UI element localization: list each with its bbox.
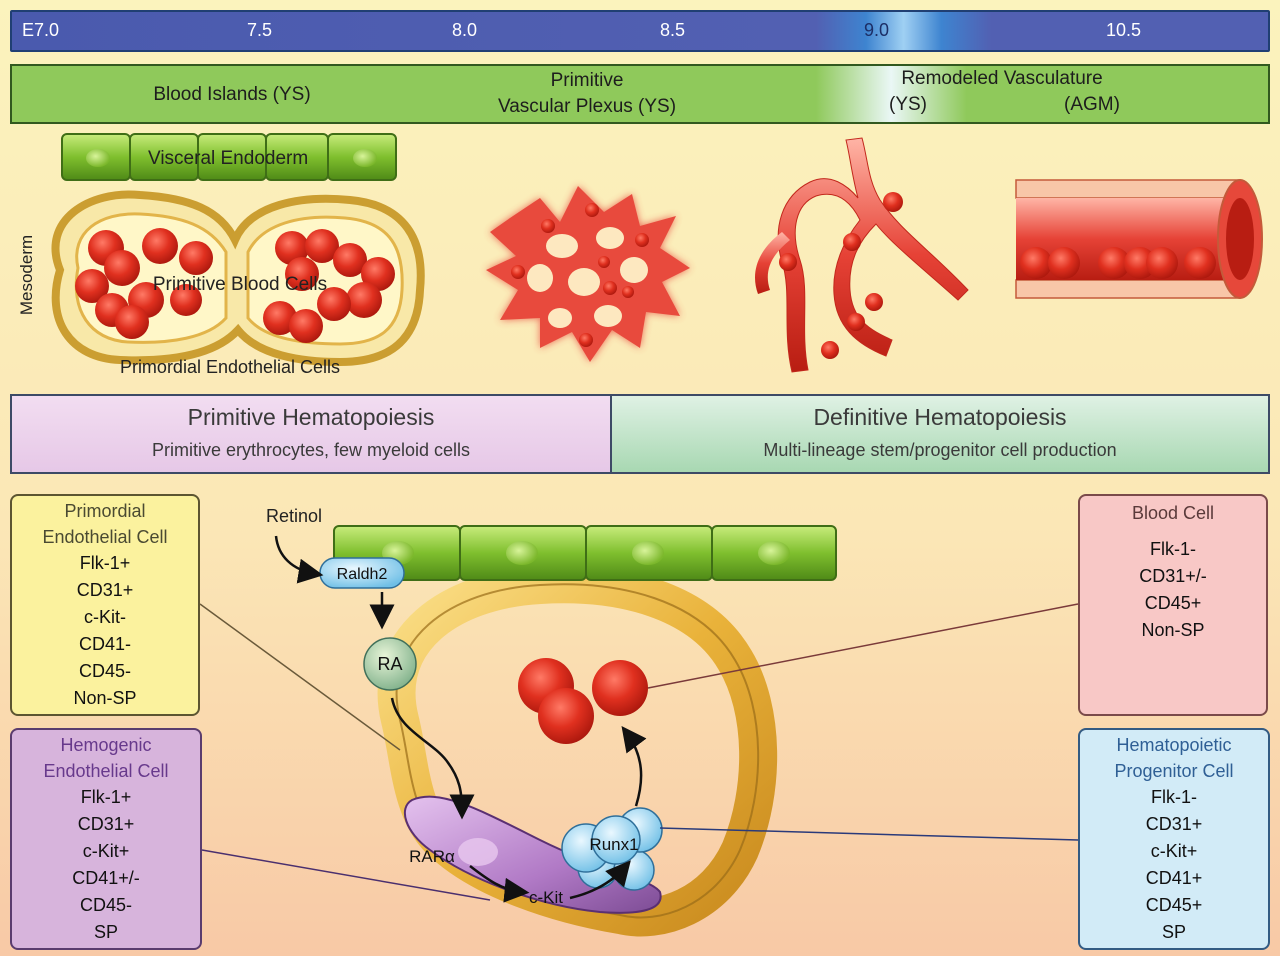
primordial-marker: c-Kit- (84, 607, 126, 627)
blood-box-title: Blood Cell (1131, 503, 1215, 523)
primitive-hematopoiesis-panel: Primitive Hematopoiesis Primitive erythr… (12, 396, 612, 472)
primordial-box-title-line2: Endothelial Cell (42, 527, 168, 547)
primordial-box-title-line1: Primordial (64, 501, 146, 521)
blood-marker: Flk-1- (1150, 539, 1196, 559)
label-mesoderm: Mesoderm (17, 235, 36, 315)
primordial-marker: CD31+ (76, 580, 134, 600)
primitive-hematopoiesis-subtitle: Primitive erythrocytes, few myeloid cell… (151, 440, 471, 460)
primitive-hematopoiesis-title: Primitive Hematopoiesis (187, 404, 435, 430)
hsc-box-title-line2: Progenitor Cell (1114, 761, 1234, 781)
primordial-endothelial-cell-box: Primordial Endothelial Cell Flk-1+ CD31+… (10, 494, 200, 716)
blood-marker: CD45+ (1144, 593, 1202, 613)
blood-cell-box: Blood Cell Flk-1- CD31+/- CD45+ Non-SP (1078, 494, 1268, 716)
label-visceral-endoderm: Visceral Endoderm (148, 148, 308, 169)
hemogenic-endothelial-cell-box: Hemogenic Endothelial Cell Flk-1+ CD31+ … (10, 728, 202, 950)
hematopoiesis-banner: Primitive Hematopoiesis Primitive erythr… (10, 394, 1270, 474)
definitive-hematopoiesis-title: Definitive Hematopoiesis (813, 404, 1067, 430)
blood-marker: CD31+/- (1139, 566, 1207, 586)
agm-vessel (1015, 179, 1263, 299)
label-runx1: Runx1 (589, 835, 638, 854)
primordial-marker: CD41- (78, 634, 131, 654)
vascular-plexus (486, 186, 690, 362)
label-raldh2: Raldh2 (337, 566, 388, 583)
hsc-marker: CD31+ (1145, 814, 1203, 834)
hemogenic-box-title-line2: Endothelial Cell (43, 761, 169, 781)
hemogenic-vessel-cross-section (319, 525, 837, 937)
definitive-hematopoiesis-panel: Definitive Hematopoiesis Multi-lineage s… (612, 396, 1268, 472)
hemogenic-marker: SP (93, 922, 118, 942)
hsc-marker: SP (1161, 922, 1186, 942)
hsc-marker: CD45+ (1145, 895, 1203, 915)
hemogenic-marker: CD31+ (77, 814, 135, 834)
hemogenic-marker: CD41+/- (72, 868, 140, 888)
primordial-marker: CD45- (78, 661, 131, 681)
definitive-hematopoiesis-subtitle: Multi-lineage stem/progenitor cell produ… (763, 440, 1117, 460)
blood-marker: Non-SP (1141, 620, 1205, 640)
label-primitive-blood-cells: Primitive Blood Cells (153, 274, 327, 295)
branching-vessel (755, 137, 969, 373)
hemogenic-marker: c-Kit+ (82, 841, 130, 861)
label-retinol: Retinol (266, 506, 322, 526)
primordial-marker: Non-SP (73, 688, 137, 708)
hsc-marker: CD41+ (1145, 868, 1203, 888)
label-ra: RA (377, 654, 402, 674)
label-rara: RARα (409, 847, 455, 866)
hsc-box-title-line1: Hematopoietic (1116, 735, 1232, 755)
label-primordial-endothelial-cells: Primordial Endothelial Cells (120, 357, 340, 377)
hemogenic-marker: Flk-1+ (80, 787, 132, 807)
hsc-marker: c-Kit+ (1150, 841, 1198, 861)
hemogenic-box-title-line1: Hemogenic (60, 735, 152, 755)
primordial-marker: Flk-1+ (79, 553, 131, 573)
label-ckit: c-Kit (529, 888, 563, 907)
hemogenic-marker: CD45- (79, 895, 132, 915)
hsc-marker: Flk-1- (1151, 787, 1197, 807)
hematopoietic-progenitor-cell-box: Hematopoietic Progenitor Cell Flk-1- CD3… (1078, 728, 1270, 950)
